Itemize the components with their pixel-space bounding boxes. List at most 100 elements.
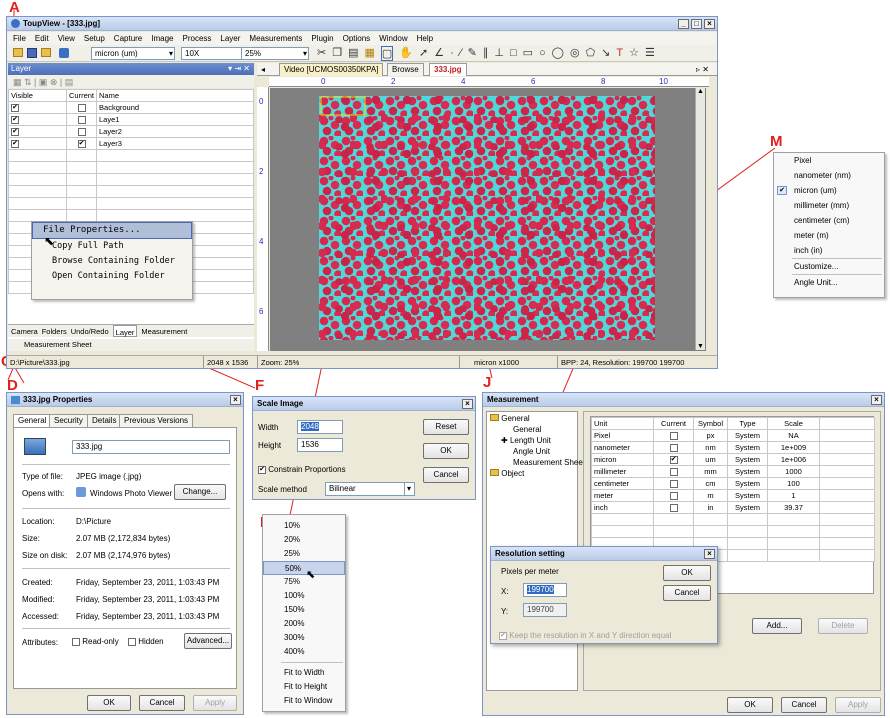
rounded-rect-icon[interactable]: ▭	[523, 46, 533, 61]
expand-icon[interactable]: ✚	[501, 436, 508, 445]
measurement-sheet-tab[interactable]: Measurement Sheet	[8, 339, 254, 351]
ellipse-icon[interactable]: ○	[539, 46, 546, 61]
folder-icon[interactable]	[41, 48, 51, 57]
zoom-75[interactable]: 75%	[263, 575, 345, 589]
unit-inch[interactable]: inch (in)	[774, 243, 884, 258]
arrow-icon[interactable]: ➚	[419, 46, 428, 61]
measurement-ok-button[interactable]: OK	[727, 697, 773, 713]
table-row[interactable]: meter m System 1	[591, 489, 875, 502]
scale-cancel-button[interactable]: Cancel	[423, 467, 469, 483]
current-checkbox[interactable]	[77, 116, 86, 124]
visible-checkbox[interactable]: ✔	[11, 104, 19, 112]
camera-icon[interactable]	[59, 48, 69, 58]
menu-file[interactable]: File	[13, 32, 26, 45]
layer-row[interactable]: ✔ Background	[8, 101, 254, 114]
unit-micron[interactable]: ✔ micron (um)	[774, 183, 884, 198]
properties-apply-button[interactable]: Apply	[193, 695, 237, 711]
menu-browse-containing-folder[interactable]: Browse Containing Folder	[32, 254, 192, 269]
tree-object[interactable]: Object	[490, 469, 524, 478]
layer-row[interactable]: ✔ Laye1	[8, 113, 254, 126]
zoom-300[interactable]: 300%	[263, 631, 345, 645]
col-symbol[interactable]: Symbol	[693, 417, 728, 430]
save-icon[interactable]	[27, 48, 37, 58]
text-icon[interactable]: T	[616, 46, 623, 61]
paste-icon[interactable]: ▤	[348, 46, 358, 61]
unit-meter[interactable]: meter (m)	[774, 228, 884, 243]
menu-plugin[interactable]: Plugin	[311, 32, 333, 45]
visible-checkbox[interactable]: ✔	[11, 128, 19, 136]
menu-measurements[interactable]: Measurements	[249, 32, 302, 45]
delete-unit-button[interactable]: Delete	[818, 618, 868, 634]
properties-cancel-button[interactable]: Cancel	[139, 695, 185, 711]
resolution-cancel-button[interactable]: Cancel	[663, 585, 711, 601]
tree-angle-unit[interactable]: Angle Unit	[513, 447, 550, 456]
scale-ok-button[interactable]: OK	[423, 443, 469, 459]
unit-customize[interactable]: Customize...	[774, 259, 884, 274]
copy-icon[interactable]: ❐	[332, 46, 342, 61]
angle-unit[interactable]: Angle Unit...	[774, 275, 884, 290]
tab-details[interactable]: Details	[87, 414, 122, 427]
tab-layer[interactable]: Layer	[112, 325, 138, 337]
col-type[interactable]: Type	[727, 417, 768, 430]
current-checkbox[interactable]	[669, 492, 678, 500]
polygon-icon[interactable]: ⬠	[586, 46, 596, 61]
tab-scroll-left-icon[interactable]: ◂	[261, 63, 265, 76]
visible-checkbox[interactable]: ✔	[11, 116, 19, 124]
current-checkbox[interactable]	[77, 128, 86, 136]
grid-icon[interactable]: ☰	[645, 46, 655, 61]
current-checkbox[interactable]: ✔	[77, 140, 86, 148]
dot-icon[interactable]: ·	[450, 46, 454, 61]
zoom-150[interactable]: 150%	[263, 603, 345, 617]
advanced-button[interactable]: Advanced...	[184, 633, 232, 649]
properties-close-button[interactable]: ×	[230, 394, 241, 405]
scroll-up-icon[interactable]: ▲	[697, 88, 704, 95]
change-button[interactable]: Change...	[174, 484, 226, 500]
unit-pixel[interactable]: Pixel	[774, 153, 884, 168]
zoom-10[interactable]: 10%	[263, 519, 345, 533]
line-icon[interactable]: ⁄	[460, 46, 462, 61]
table-row[interactable]: nanometer nm System 1e+009	[591, 441, 875, 454]
zoom-fit-window[interactable]: Fit to Window	[263, 694, 345, 708]
menu-view[interactable]: View	[58, 32, 75, 45]
table-row[interactable]: micron ✔ um System 1e+006	[591, 453, 875, 466]
tab-security[interactable]: Security	[49, 414, 88, 427]
tree-general[interactable]: General	[490, 414, 530, 423]
maximize-button[interactable]: □	[691, 18, 702, 29]
readonly-checkbox[interactable]: Read-only	[72, 637, 119, 646]
blood-cell-image[interactable]	[319, 96, 655, 340]
tab-camera[interactable]: Camera	[11, 325, 38, 337]
image-canvas[interactable]: ▲ ▼	[270, 88, 706, 351]
measurement-close-button[interactable]: ×	[871, 394, 882, 405]
target-icon[interactable]: ◎	[570, 46, 580, 61]
visible-checkbox[interactable]: ✔	[11, 140, 19, 148]
unit-nanometer[interactable]: nanometer (nm)	[774, 168, 884, 183]
doc-tab-video[interactable]: Video [UCMOS00350KPA]	[279, 63, 384, 76]
circle-icon[interactable]: ◯	[552, 46, 564, 61]
keep-equal-checkbox[interactable]: ✔ Keep the resolution in X and Y directi…	[499, 631, 671, 640]
col-scale[interactable]: Scale	[767, 417, 820, 430]
angle-icon[interactable]: ∠	[434, 46, 444, 61]
zoom-100[interactable]: 100%	[263, 589, 345, 603]
close-button[interactable]: ×	[704, 18, 715, 29]
width-input[interactable]: 2048	[297, 420, 343, 434]
parallel-icon[interactable]: ∥	[483, 46, 489, 61]
tree-length-unit[interactable]: ✚ Length Unit	[501, 436, 551, 445]
col-unit[interactable]: Unit	[591, 417, 654, 430]
status-magnification[interactable]: micron x1000	[459, 356, 519, 368]
properties-ok-button[interactable]: OK	[87, 695, 131, 711]
layer-row[interactable]: ✔ ✔ Layer3	[8, 137, 254, 150]
tree-general-sub[interactable]: General	[513, 425, 541, 434]
add-unit-button[interactable]: Add...	[752, 618, 802, 634]
doc-tab-browse[interactable]: Browse	[387, 63, 424, 76]
menu-window[interactable]: Window	[379, 32, 407, 45]
star-icon[interactable]: ☆	[629, 46, 639, 61]
col-name[interactable]: Name	[96, 89, 254, 102]
zoom-25[interactable]: 25%	[263, 547, 345, 561]
current-checkbox[interactable]	[77, 104, 86, 112]
zoom-fit-height[interactable]: Fit to Height	[263, 680, 345, 694]
current-checkbox[interactable]	[669, 432, 678, 440]
menu-image[interactable]: Image	[151, 32, 173, 45]
open-icon[interactable]	[13, 48, 23, 57]
current-checkbox[interactable]	[669, 444, 678, 452]
tab-general[interactable]: General	[13, 414, 52, 427]
